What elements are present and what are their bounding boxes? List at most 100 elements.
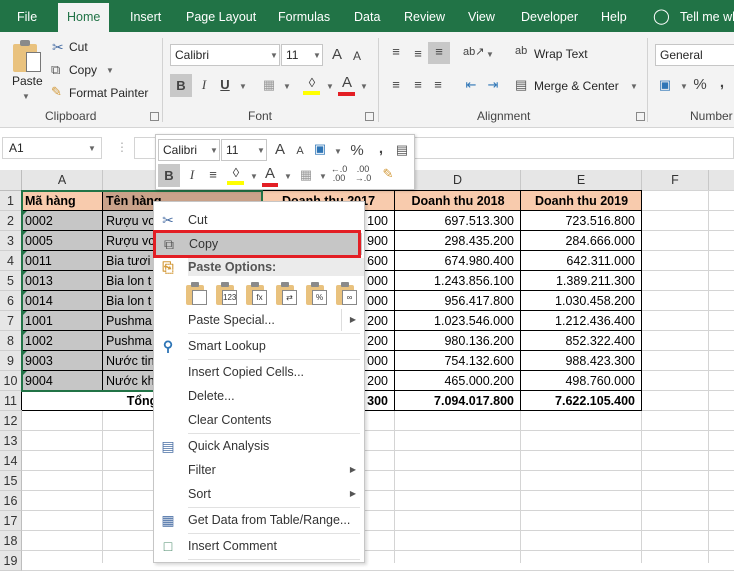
middle-align-icon[interactable]: ≡ [408, 44, 428, 64]
column-header-a[interactable]: A [22, 170, 103, 191]
cut-button[interactable]: Cut [69, 40, 88, 54]
menu-item-delete[interactable]: Delete... [154, 385, 364, 407]
row-header[interactable]: 12 [0, 411, 22, 431]
cell-2018[interactable]: 1.023.546.000 [395, 311, 521, 331]
tab-help[interactable]: Help [601, 0, 627, 32]
row-header[interactable]: 4 [0, 251, 22, 271]
cell-2019[interactable]: 852.322.400 [521, 331, 642, 351]
row-header[interactable]: 11 [0, 391, 22, 411]
cell-2018[interactable]: 1.243.856.100 [395, 271, 521, 291]
paste-formatting-icon[interactable]: % [304, 282, 328, 306]
paste-button[interactable]: Paste [12, 74, 43, 88]
merge-center-button[interactable]: Merge & Center [534, 79, 619, 93]
row-header[interactable]: 5 [0, 271, 22, 291]
worksheet-grid[interactable]: 1 2 3 4 5 6 7 8 9 10 11 12 13 14 15 16 17 18 19 Mã hàng Tên … [0, 190, 734, 571]
cell-2018[interactable]: 754.132.600 [395, 351, 521, 371]
row-header[interactable]: 7 [0, 311, 22, 331]
row-header[interactable]: 19 [0, 551, 22, 571]
tab-file[interactable]: File [17, 0, 37, 32]
decrease-indent-icon[interactable]: ⇤ [461, 75, 481, 95]
row-header[interactable]: 1 [0, 191, 22, 211]
paste-link-icon[interactable]: ∞ [334, 282, 358, 306]
tell-me-search[interactable]: Tell me wh [680, 0, 734, 32]
fill-color-icon[interactable]: ◊ [302, 73, 322, 95]
total-2019-cell[interactable]: 7.622.105.400 [521, 391, 642, 411]
row-header[interactable]: 17 [0, 511, 22, 531]
cell-2019[interactable]: 1.212.436.400 [521, 311, 642, 331]
cell-2019[interactable]: 642.311.000 [521, 251, 642, 271]
align-right-icon[interactable]: ≡ [428, 75, 448, 95]
mini-shrink-font-button[interactable]: A [290, 141, 310, 161]
increase-font-size-button[interactable]: A [327, 45, 347, 65]
row-header[interactable]: 6 [0, 291, 22, 311]
mini-comma-button[interactable]: , [371, 139, 391, 159]
column-header-e[interactable]: E [521, 170, 642, 191]
percent-button[interactable]: % [690, 75, 710, 95]
tab-view[interactable]: View [468, 0, 495, 32]
cell-2018[interactable]: 956.417.800 [395, 291, 521, 311]
paste-transpose-icon[interactable]: ⇄ [274, 282, 298, 306]
row-header[interactable]: 16 [0, 491, 22, 511]
cell-2019[interactable]: 723.516.800 [521, 211, 642, 231]
copy-dropdown-icon[interactable]: ▼ [106, 66, 114, 75]
cell-2018[interactable]: 697.513.300 [395, 211, 521, 231]
cell-2019[interactable]: 284.666.000 [521, 231, 642, 251]
mini-format-painter-icon[interactable]: ✎ [378, 164, 398, 184]
paste-values-icon[interactable]: 123 [214, 282, 238, 306]
comma-button[interactable]: , [712, 73, 732, 93]
accounting-format-icon[interactable]: ▣ [655, 75, 675, 95]
menu-item-filter[interactable]: Filter ▶ [154, 459, 364, 481]
tab-insert[interactable]: Insert [130, 0, 161, 32]
tab-formulas[interactable]: Formulas [278, 0, 330, 32]
font-color-dropdown-icon[interactable]: ▼ [360, 82, 368, 91]
merge-dropdown-icon[interactable]: ▼ [630, 82, 638, 91]
mini-bold-button[interactable]: B [158, 164, 180, 187]
borders-icon[interactable]: ▦ [259, 75, 279, 95]
header-cell[interactable]: Doanh thu 2019 [521, 191, 642, 211]
menu-item-paste-special[interactable]: Paste Special... ▶ [154, 309, 364, 331]
tab-data[interactable]: Data [354, 0, 380, 32]
mini-grow-font-button[interactable]: A [270, 140, 290, 160]
mini-font-color-button[interactable]: A [260, 164, 280, 184]
mini-fill-color-icon[interactable]: ◊ [226, 163, 246, 185]
row-header[interactable]: 9 [0, 351, 22, 371]
menu-item-insert-comment[interactable]: □ Insert Comment [154, 535, 364, 557]
row-header[interactable]: 13 [0, 431, 22, 451]
font-name-select[interactable]: Calibri [170, 44, 280, 66]
cell-2018[interactable]: 298.435.200 [395, 231, 521, 251]
clipboard-launcher-icon[interactable] [150, 112, 159, 121]
menu-item-get-data[interactable]: ▦ Get Data from Table/Range... [154, 509, 364, 531]
align-center-icon[interactable]: ≡ [408, 75, 428, 95]
tab-home[interactable]: Home [58, 3, 110, 32]
cell-2018[interactable]: 674.980.400 [395, 251, 521, 271]
name-box-dropdown-icon[interactable]: ▼ [88, 144, 96, 153]
cell-2019[interactable]: 498.760.000 [521, 371, 642, 391]
header-cell[interactable]: Doanh thu 2018 [395, 191, 521, 211]
paste-formulas-icon[interactable]: fx [244, 282, 268, 306]
menu-item-clear-contents[interactable]: Clear Contents [154, 409, 364, 431]
column-header-f[interactable]: F [642, 170, 709, 191]
borders-dropdown-icon[interactable]: ▼ [283, 82, 291, 91]
row-header[interactable]: 8 [0, 331, 22, 351]
menu-item-insert-copied-cells[interactable]: Insert Copied Cells... [154, 361, 364, 383]
menu-item-quick-analysis[interactable]: ▤ Quick Analysis [154, 435, 364, 457]
select-all-corner[interactable] [0, 170, 22, 191]
increase-decimal-icon[interactable]: ←.0.00 [329, 165, 349, 185]
paste-dropdown-icon[interactable]: ▼ [22, 92, 30, 101]
mini-center-align-icon[interactable]: ≡ [203, 165, 223, 185]
bottom-align-icon[interactable]: ≡ [428, 42, 450, 64]
cell-2019[interactable]: 1.389.211.300 [521, 271, 642, 291]
increase-indent-icon[interactable]: ⇥ [483, 75, 503, 95]
underline-dropdown-icon[interactable]: ▼ [239, 82, 247, 91]
cell-2019[interactable]: 1.030.458.200 [521, 291, 642, 311]
number-format-select[interactable]: General [655, 44, 734, 66]
paste-icon[interactable] [13, 40, 43, 74]
menu-item-smart-lookup[interactable]: ⚲ Smart Lookup [154, 335, 364, 357]
tab-page-layout[interactable]: Page Layout [186, 0, 256, 32]
tab-review[interactable]: Review [404, 0, 445, 32]
mini-merge-icon[interactable]: ▤ [392, 140, 412, 160]
italic-button[interactable]: I [194, 75, 214, 95]
font-launcher-icon[interactable] [365, 112, 374, 121]
mini-italic-button[interactable]: I [182, 165, 202, 185]
cell-2018[interactable]: 465.000.200 [395, 371, 521, 391]
